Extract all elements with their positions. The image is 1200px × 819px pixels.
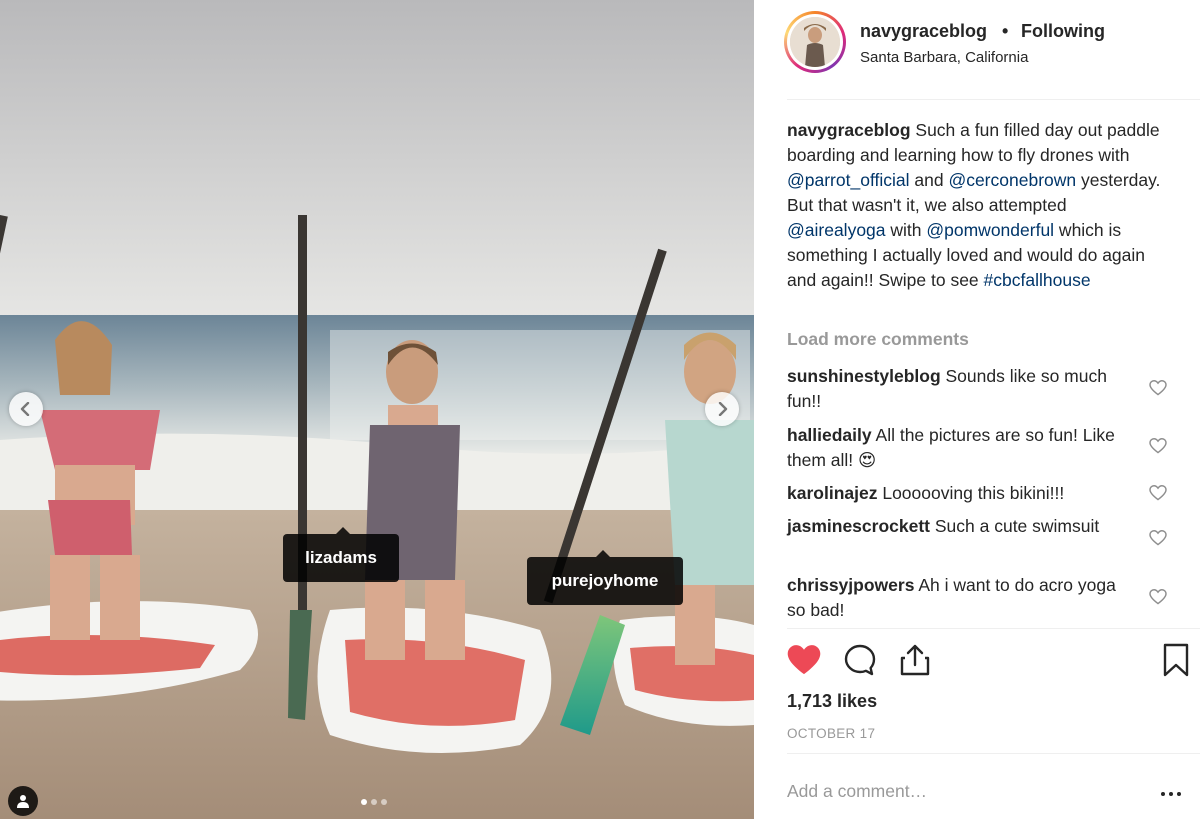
comment-icon [844,644,876,676]
avatar-border [787,14,843,70]
next-image-button[interactable] [705,392,739,426]
like-comment-heart-icon[interactable] [1149,380,1167,396]
more-dots-icon [1161,792,1165,796]
post-caption: navygraceblog Such a fun filled day out … [787,118,1167,293]
comment: sunshinestyleblog Sounds like so much fu… [787,364,1127,414]
divider [787,99,1200,100]
avatar-image [790,17,840,67]
like-comment-heart-icon[interactable] [1149,530,1167,546]
caption-text: with [885,220,927,240]
like-button[interactable] [786,642,822,678]
comment: halliedaily All the pictures are so fun!… [787,423,1127,473]
comment: chrissyjpowers Ah i want to do acro yoga… [787,573,1127,623]
mention-link[interactable]: @cerconebrown [948,170,1076,190]
add-comment-input[interactable] [787,778,1127,804]
carousel-dot [381,799,387,805]
caption-text: and [909,170,949,190]
previous-image-button[interactable] [9,392,43,426]
comment-username[interactable]: halliedaily [787,425,872,445]
separator-bullet: • [1002,21,1009,41]
hashtag-link[interactable]: #cbcfallhouse [984,270,1091,290]
more-options-button[interactable] [1161,790,1187,798]
avatar[interactable] [784,11,846,73]
like-comment-heart-icon[interactable] [1149,485,1167,501]
bookmark-icon [1163,643,1189,677]
more-dots-icon [1169,792,1173,796]
carousel-dot [361,799,367,805]
post-details-panel: navygraceblog • Following Santa Barbara,… [754,0,1200,819]
mention-link[interactable]: @pomwonderful [926,220,1054,240]
heart-filled-icon [787,645,821,675]
following-button[interactable]: Following [1021,21,1105,42]
post-date[interactable]: OCTOBER 17 [787,726,875,741]
post-header: navygraceblog • Following Santa Barbara,… [754,0,1200,99]
user-tag-icon [17,795,29,808]
post-username[interactable]: navygraceblog [860,21,987,42]
comment: jasminescrockett Such a cute swimsuit [787,514,1127,539]
post-location[interactable]: Santa Barbara, California [860,49,1028,66]
divider [787,753,1200,754]
comment-button[interactable] [842,642,878,678]
beach-photo-image [0,0,754,819]
more-dots-icon [1177,792,1181,796]
comment: karolinajez Loooooving this bikini!!! [787,481,1127,506]
divider [787,628,1200,629]
chevron-right-icon [718,402,728,416]
caption-username[interactable]: navygraceblog [787,120,911,140]
like-comment-heart-icon[interactable] [1149,589,1167,605]
likes-count[interactable]: 1,713 likes [787,691,877,712]
carousel-indicator [361,799,387,805]
user-tag-lizadams[interactable]: lizadams [283,527,399,582]
load-more-comments-button[interactable]: Load more comments [787,329,969,350]
show-tags-button[interactable] [8,786,38,816]
comment-text: Loooooving this bikini!!! [877,483,1065,503]
comment-username[interactable]: jasminescrockett [787,516,930,536]
chevron-left-icon [20,402,30,416]
comment-username[interactable]: karolinajez [787,483,877,503]
user-tag-purejoyhome[interactable]: purejoyhome [527,550,683,605]
carousel-dot [371,799,377,805]
mention-link[interactable]: @parrot_official [787,170,910,190]
avatar-portrait [790,17,840,67]
like-comment-heart-icon[interactable] [1149,438,1167,454]
save-button[interactable] [1158,642,1194,678]
mention-link[interactable]: @airealyoga [787,220,886,240]
share-icon [900,644,930,676]
comment-text: Such a cute swimsuit [930,516,1100,536]
post-photo[interactable]: lizadams purejoyhome [0,0,754,819]
share-button[interactable] [897,642,933,678]
comment-username[interactable]: chrissyjpowers [787,575,914,595]
comment-username[interactable]: sunshinestyleblog [787,366,941,386]
